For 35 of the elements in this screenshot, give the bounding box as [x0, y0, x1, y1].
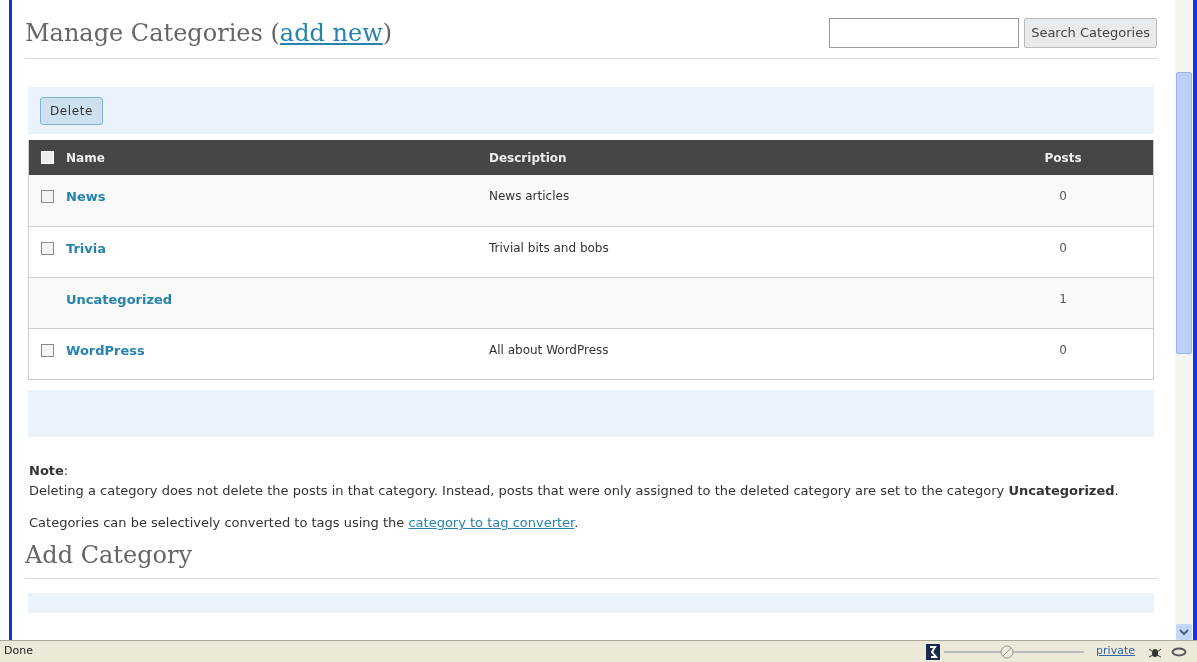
column-header: Name [66, 149, 105, 167]
checkbox[interactable] [41, 242, 54, 256]
converter-text: Categories can be selectively converted to tags using the category to tag converter. [29, 514, 580, 532]
checkbox[interactable] [41, 344, 54, 358]
scrollbar[interactable] [1175, 0, 1193, 640]
category-link[interactable]: Uncategorized [66, 290, 173, 310]
delete-button[interactable]: Delete [40, 96, 104, 125]
add-new-link[interactable]: add new [279, 19, 383, 47]
private-mode-label[interactable]: private [1096, 643, 1135, 660]
zoom-slider[interactable] [944, 644, 1085, 659]
page-title: Manage Categories (add new) [25, 18, 393, 49]
table-cell: All about WordPress [489, 343, 609, 357]
scroll-down-icon[interactable] [1176, 624, 1192, 640]
table-cell-text: 0 [1059, 342, 1067, 359]
ring-icon[interactable] [1171, 646, 1187, 657]
slider-thumb[interactable] [1000, 644, 1015, 659]
table-cell: News articles [489, 189, 570, 203]
search-button[interactable]: Search Categories [1024, 18, 1157, 48]
section-title: Add Category [25, 539, 1157, 579]
category-link[interactable]: Trivia [66, 239, 106, 259]
table-cell-text: 0 [1059, 188, 1067, 205]
table-cell-text: 1 [1059, 291, 1067, 308]
note-text: Deleting a category does not delete the posts in that category. Instead, posts that were only assigned to the deleted category are set to the category Uncategorized. [29, 482, 1120, 500]
category-link[interactable]: WordPress [66, 341, 145, 361]
converter-link[interactable]: category to tag converter [408, 515, 575, 530]
category-link[interactable]: News [66, 187, 106, 207]
status-text: Done [4, 643, 34, 660]
column-header: Posts [1044, 149, 1082, 167]
plugin-icon [926, 643, 941, 660]
column-header: Description [489, 150, 567, 165]
search-field[interactable] [829, 18, 1020, 48]
checkbox[interactable] [41, 190, 54, 204]
table-cell: Trivial bits and bobs [489, 241, 609, 255]
note-label: Note: [29, 462, 70, 480]
table-cell-text: 0 [1059, 240, 1067, 257]
